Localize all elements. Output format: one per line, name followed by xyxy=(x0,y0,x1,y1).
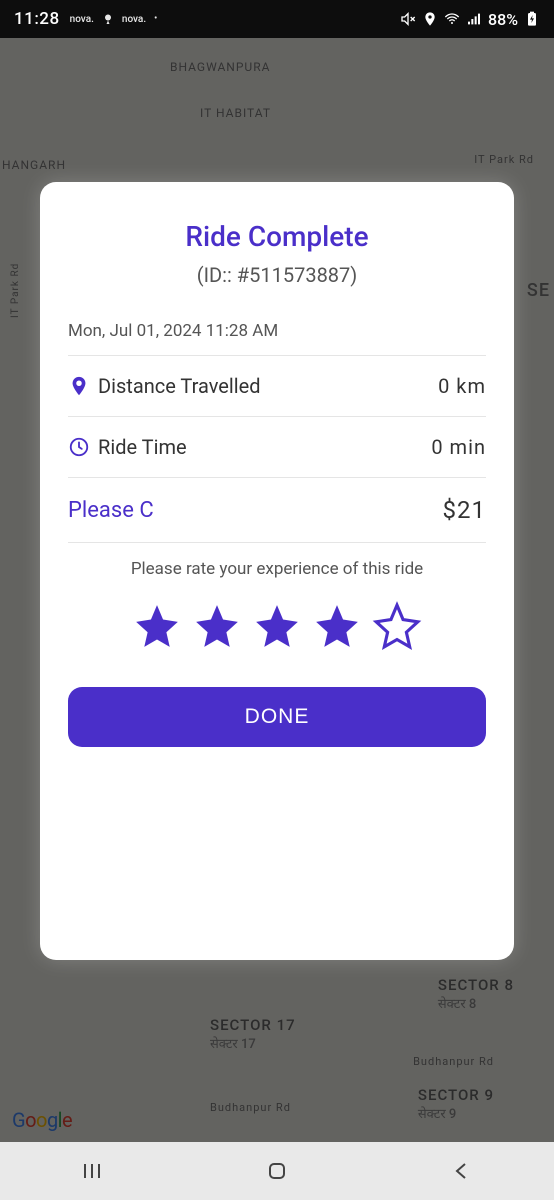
navigation-bar xyxy=(0,1142,554,1200)
star-2[interactable] xyxy=(192,601,242,651)
status-bar: 11:28 nova. nova. • 88% xyxy=(0,0,554,38)
price-row: Please C $21 xyxy=(68,478,486,543)
recents-button[interactable] xyxy=(37,1151,147,1191)
done-button[interactable]: DONE xyxy=(68,687,486,747)
star-3[interactable] xyxy=(252,601,302,651)
location-icon xyxy=(422,11,438,27)
distance-label: Distance Travelled xyxy=(98,374,261,398)
notification-icons: nova. nova. • xyxy=(70,13,158,25)
ride-datetime: Mon, Jul 01, 2024 11:28 AM xyxy=(68,321,486,356)
battery-text: 88% xyxy=(488,10,518,29)
star-1[interactable] xyxy=(132,601,182,651)
back-button[interactable] xyxy=(407,1151,517,1191)
status-time: 11:28 xyxy=(14,9,60,29)
price-label: Please C xyxy=(68,498,154,523)
ride-id: (ID:: #511573887) xyxy=(68,263,486,287)
mute-icon xyxy=(400,11,416,27)
distance-value: 0 km xyxy=(438,374,486,398)
signal-icon xyxy=(466,11,482,27)
status-right: 88% xyxy=(400,10,540,29)
distance-row: Distance Travelled 0 km xyxy=(68,356,486,417)
star-4[interactable] xyxy=(312,601,362,651)
clock-icon xyxy=(68,436,90,458)
notification-icon xyxy=(102,13,114,25)
time-row: Ride Time 0 min xyxy=(68,417,486,478)
star-rating xyxy=(68,601,486,651)
dot-icon: • xyxy=(154,14,157,24)
home-button[interactable] xyxy=(222,1151,332,1191)
wifi-icon xyxy=(444,11,460,27)
modal-title: Ride Complete xyxy=(68,220,486,253)
price-value: $21 xyxy=(443,496,486,524)
status-left: 11:28 nova. nova. • xyxy=(14,9,157,29)
battery-charging-icon xyxy=(524,11,540,27)
time-label: Ride Time xyxy=(98,435,187,459)
ride-complete-modal: Ride Complete (ID:: #511573887) Mon, Jul… xyxy=(40,182,514,960)
time-value: 0 min xyxy=(431,435,486,459)
location-pin-icon xyxy=(68,375,90,397)
rate-prompt: Please rate your experience of this ride xyxy=(68,559,486,579)
star-5[interactable] xyxy=(372,601,422,651)
